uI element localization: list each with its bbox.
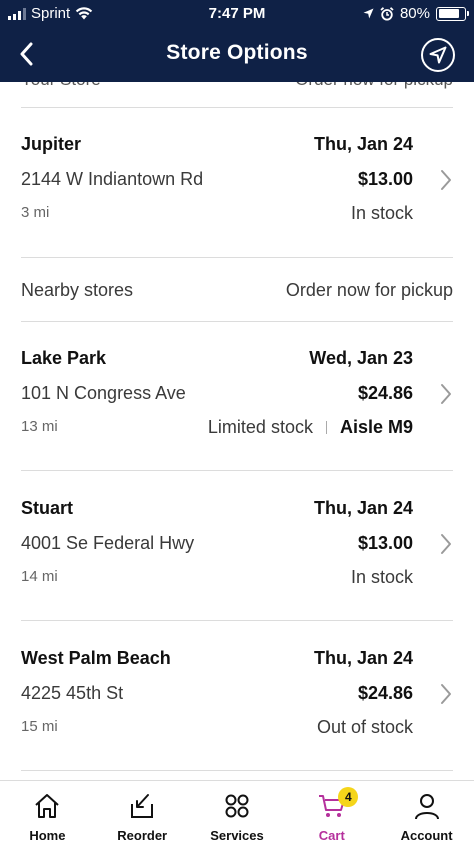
store-price: $13.00 [357,169,413,189]
tab-label: Home [29,828,66,843]
location-services-icon [363,8,374,19]
store-name: Lake Park [21,348,107,368]
store-row-lake-park[interactable]: Lake Park Wed, Jan 23 101 N Congress Ave… [0,322,474,462]
pickup-date: Thu, Jan 24 [313,648,413,668]
chevron-right-icon [441,384,451,404]
chevron-right-icon [441,684,451,704]
store-list[interactable]: Your Store Order now for pickup Jupiter … [0,82,474,780]
stock-status: Out of stock [317,717,413,738]
pickup-date: Thu, Jan 24 [313,134,413,154]
your-store-action: Order now for pickup [295,82,453,90]
store-row-stuart[interactable]: Stuart Thu, Jan 24 4001 Se Federal Hwy $… [0,472,474,612]
store-row-jupiter[interactable]: Jupiter Thu, Jan 24 2144 W Indiantown Rd… [0,108,474,248]
home-icon [32,791,62,821]
nearby-stores-action: Order now for pickup [285,280,453,300]
store-address: 4225 45th St [21,683,124,703]
tab-label: Services [210,828,264,843]
stock-label: In stock [350,567,413,587]
battery-icon [436,6,469,21]
store-price: $24.86 [357,683,413,703]
pickup-date: Wed, Jan 23 [309,348,413,368]
stock-label: Limited stock [207,417,313,437]
nearby-stores-label: Nearby stores [21,280,134,300]
status-bar: Sprint 7:47 PM 80% [0,0,474,28]
location-arrow-icon [429,46,447,64]
divider [21,620,453,621]
pickup-date: Thu, Jan 24 [313,498,413,518]
stock-label: Out of stock [316,717,413,737]
stock-status: In stock [351,567,413,588]
tab-account[interactable]: Account [379,781,474,843]
divider [21,470,453,471]
stock-label: In stock [350,203,413,223]
nearby-stores-header: Nearby stores Order now for pickup [0,258,474,322]
store-name: West Palm Beach [21,648,171,668]
divider [21,770,453,771]
battery-level [438,9,459,18]
status-right: 80% [363,5,469,22]
tab-label: Cart [318,828,345,843]
locate-button[interactable] [421,38,455,72]
chevron-right-icon [441,534,451,554]
store-distance: 13 mi [21,418,58,435]
tab-reorder[interactable]: Reorder [95,781,190,843]
account-icon [412,791,442,821]
alarm-icon [380,6,394,21]
tab-cart[interactable]: 4 Cart [284,781,379,843]
store-distance: 3 mi [21,204,50,221]
page-title: Store Options [166,41,308,64]
stock-status: Limited stock Aisle M9 [208,417,413,438]
your-store-label: Your Store [21,82,101,90]
chevron-right-icon [441,170,451,190]
stock-status: In stock [351,203,413,224]
store-address: 101 N Congress Ave [21,383,186,403]
cart-badge: 4 [338,787,359,807]
nav-bar: Store Options [0,30,474,80]
stock-separator [325,421,327,434]
tab-home[interactable]: Home [0,781,95,843]
store-address: 4001 Se Federal Hwy [21,533,195,553]
reorder-icon [127,791,157,821]
store-row-west-palm-beach[interactable]: West Palm Beach Thu, Jan 24 4225 45th St… [0,622,474,762]
services-icon [222,791,252,821]
tab-services[interactable]: Services [190,781,285,843]
tab-label: Account [400,828,453,843]
app-header: Sprint 7:47 PM 80% Store Options [0,0,474,82]
store-name: Jupiter [21,134,82,154]
store-price: $13.00 [357,533,413,553]
store-address: 2144 W Indiantown Rd [21,169,204,189]
store-price: $24.86 [357,383,413,403]
battery-percent: 80% [399,5,430,22]
store-name: Stuart [21,498,74,518]
tab-bar: Home Reorder Services 4 Cart Account [0,780,474,843]
aisle-label: Aisle M9 [339,417,413,437]
store-distance: 15 mi [21,718,58,735]
store-distance: 14 mi [21,568,58,585]
your-store-header: Your Store Order now for pickup [0,82,474,94]
tab-label: Reorder [117,828,168,843]
